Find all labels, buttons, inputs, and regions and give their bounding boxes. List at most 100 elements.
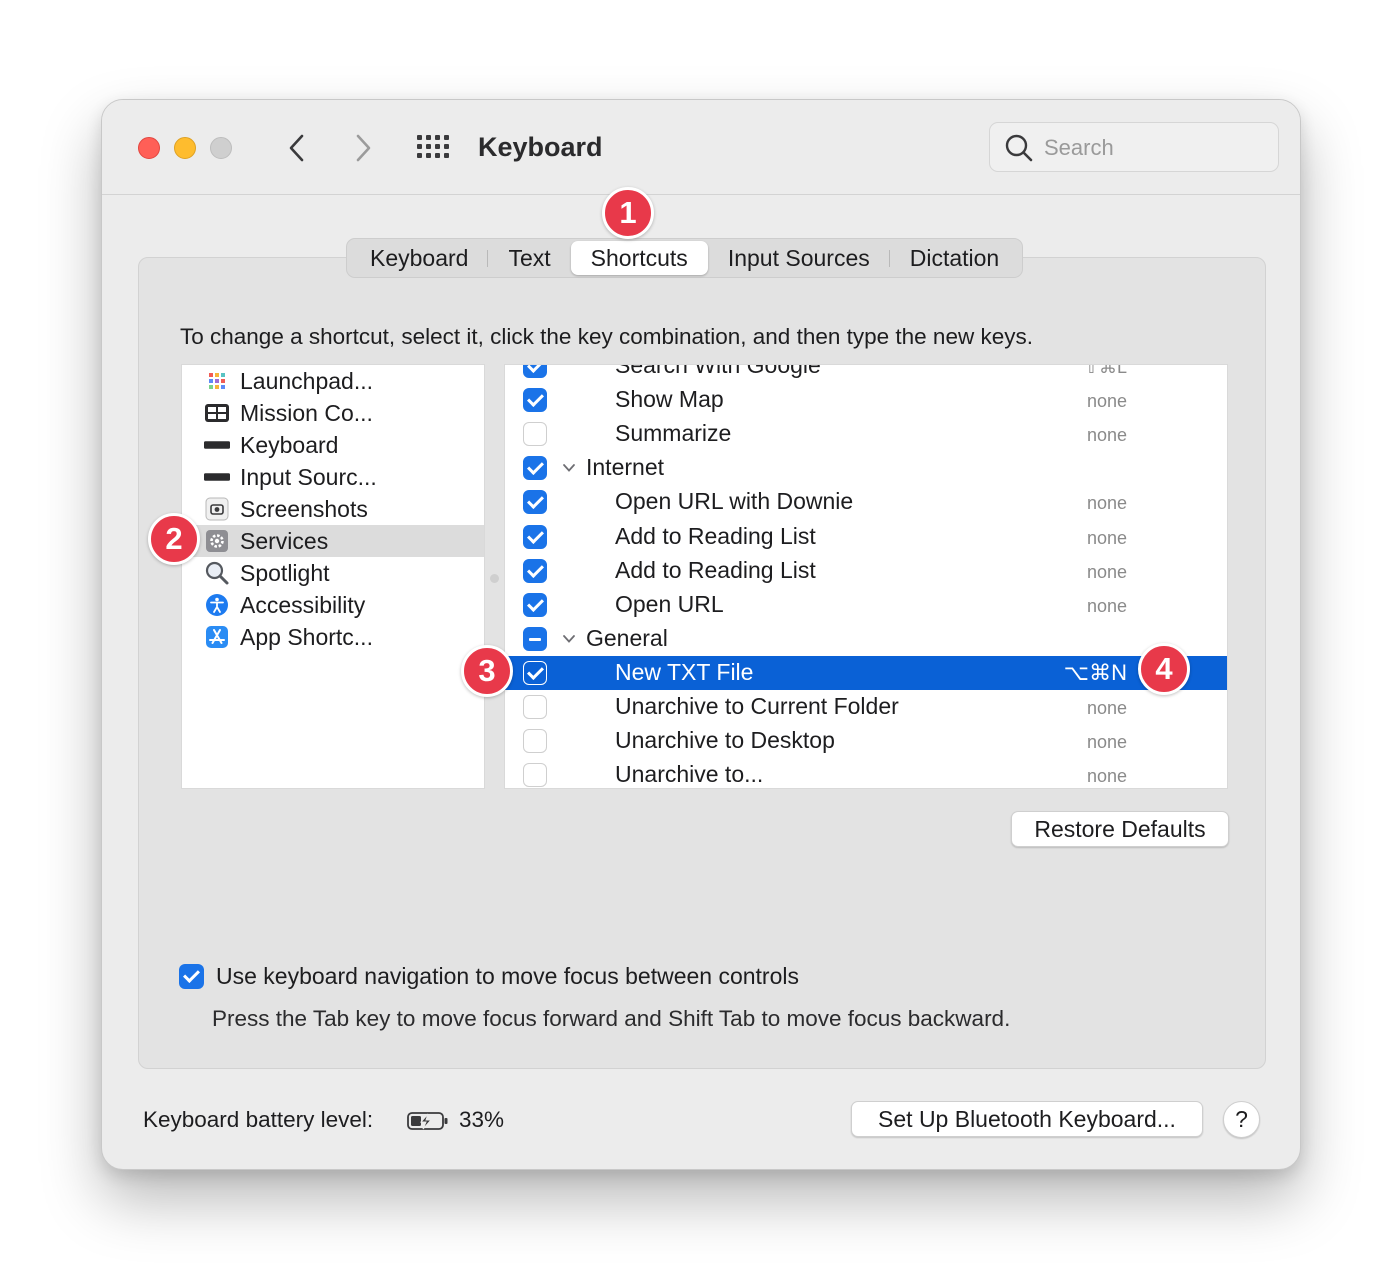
setup-bluetooth-keyboard-button[interactable]: Set Up Bluetooth Keyboard... [851,1101,1203,1137]
shortcut-checkbox[interactable] [523,422,547,447]
tab-text[interactable]: Text [488,241,570,275]
category-label: App Shortc... [240,623,373,650]
magnifier-icon [204,560,230,586]
search-field[interactable] [989,122,1279,172]
shortcut-row[interactable]: Unarchive to Desktop none [505,724,1227,758]
shortcut-row[interactable]: Open URL none [505,588,1227,622]
shortcut-checkbox[interactable] [523,763,547,788]
shortcut-key[interactable]: none [1087,425,1127,446]
close-button[interactable] [138,137,160,159]
shortcut-checkbox[interactable] [523,388,547,413]
category-app-shortcuts[interactable]: App Shortc... [182,621,484,653]
shortcut-key[interactable]: ⇧⌘L [1084,365,1127,378]
shortcut-checkbox[interactable] [523,456,547,481]
shortcut-label: Search With Google [615,364,821,378]
shortcut-key[interactable]: none [1087,732,1127,753]
shortcut-row[interactable]: Search With Google ⇧⌘L [505,364,1227,383]
shortcut-key[interactable]: none [1087,493,1127,514]
shortcut-label: Open URL with Downie [615,488,854,515]
shortcut-key[interactable]: none [1087,766,1127,787]
keyboard-navigation-label: Use keyboard navigation to move focus be… [216,963,799,989]
mission-control-icon [204,400,230,426]
accessibility-icon [204,592,230,618]
shortcut-key[interactable]: none [1087,528,1127,549]
shortcut-checkbox[interactable] [523,660,547,685]
tab-shortcuts[interactable]: Shortcuts [570,241,708,275]
category-label: Screenshots [240,495,368,522]
category-screenshots[interactable]: Screenshots [182,493,484,525]
shortcut-checkbox[interactable] [523,592,547,617]
category-accessibility[interactable]: Accessibility [182,589,484,621]
back-button[interactable] [282,130,312,166]
chevron-down-icon[interactable] [561,631,577,647]
minimize-button[interactable] [174,137,196,159]
shortcut-row[interactable]: Add to Reading List none [505,520,1227,554]
tab-dictation[interactable]: Dictation [890,241,1019,275]
chevron-right-icon [356,134,371,162]
category-mission-control[interactable]: Mission Co... [182,397,484,429]
shortcut-checkbox[interactable] [523,365,547,378]
shortcut-row[interactable]: Add to Reading List none [505,554,1227,588]
chevron-down-icon[interactable] [561,460,577,476]
forward-button[interactable] [348,130,378,166]
shortcut-key[interactable]: none [1087,596,1127,617]
shortcut-row[interactable]: Open URL with Downie none [505,485,1227,519]
shortcut-key[interactable]: none [1087,391,1127,412]
category-spotlight[interactable]: Spotlight [182,557,484,589]
launchpad-icon [204,368,230,394]
grid-dot [435,153,440,158]
keyboard-navigation-checkbox[interactable] [179,964,204,989]
shortcut-row[interactable]: New TXT File ⌥⌘N [505,655,1227,690]
title-bar: Keyboard [102,100,1300,195]
shortcut-label: General [586,624,668,651]
category-launchpad[interactable]: Launchpad... [182,365,484,397]
grid-dot [444,135,449,140]
shortcut-checkbox[interactable] [523,524,547,549]
tab-input-sources[interactable]: Input Sources [708,241,890,275]
step-marker-2: 2 [148,513,200,565]
shortcut-key[interactable]: none [1087,562,1127,583]
shortcut-row[interactable]: Unarchive to... none [505,758,1227,788]
show-all-grid-icon[interactable] [417,135,451,161]
shortcut-label: Internet [586,454,664,481]
shortcut-key[interactable]: ⌥⌘N [1064,660,1127,686]
shortcut-group-row[interactable]: General [505,622,1227,656]
gear-icon [204,528,230,554]
shortcut-checkbox[interactable] [523,490,547,515]
category-keyboard[interactable]: Keyboard [182,429,484,461]
shortcut-label: Add to Reading List [615,522,816,549]
app-store-icon [204,624,230,650]
step-marker-1: 1 [602,187,654,239]
grid-dot [417,135,422,140]
keyboard-preferences-window: Keyboard Keyboard Text Shortcuts Input S… [101,99,1301,1170]
shortcut-row[interactable]: Unarchive to Current Folder none [505,690,1227,724]
shortcut-checkbox[interactable] [523,695,547,719]
category-label: Spotlight [240,559,330,586]
shortcut-label: Unarchive to... [615,761,764,788]
restore-defaults-button[interactable]: Restore Defaults [1011,811,1229,847]
zoom-button[interactable] [210,137,232,159]
shortcut-group-row[interactable]: Internet [505,451,1227,485]
category-services[interactable]: Services [182,525,484,557]
search-input[interactable] [1044,135,1264,161]
shortcut-checkbox[interactable] [523,729,547,754]
shortcut-label: Open URL [615,590,724,617]
split-view-handle[interactable] [490,574,499,583]
shortcut-checkbox[interactable] [523,558,547,583]
tab-keyboard[interactable]: Keyboard [350,241,489,275]
shortcut-checkbox[interactable] [523,626,547,651]
shortcut-row[interactable]: Summarize none [505,417,1227,451]
search-icon [1005,134,1033,162]
help-button[interactable]: ? [1223,1101,1260,1138]
category-input-sources[interactable]: Input Sourc... [182,461,484,493]
grid-dot [426,153,431,158]
grid-dot [426,144,431,149]
shortcut-label: New TXT File [615,658,754,685]
chevron-left-icon [289,134,304,162]
shortcut-category-list: Launchpad... Mission Co... Keyboard Inpu… [181,364,485,789]
shortcut-key[interactable]: none [1087,698,1127,719]
shortcut-row[interactable]: Show Map none [505,383,1227,417]
shortcut-label: Add to Reading List [615,556,816,583]
grid-dot [417,153,422,158]
grid-dot [426,135,431,140]
